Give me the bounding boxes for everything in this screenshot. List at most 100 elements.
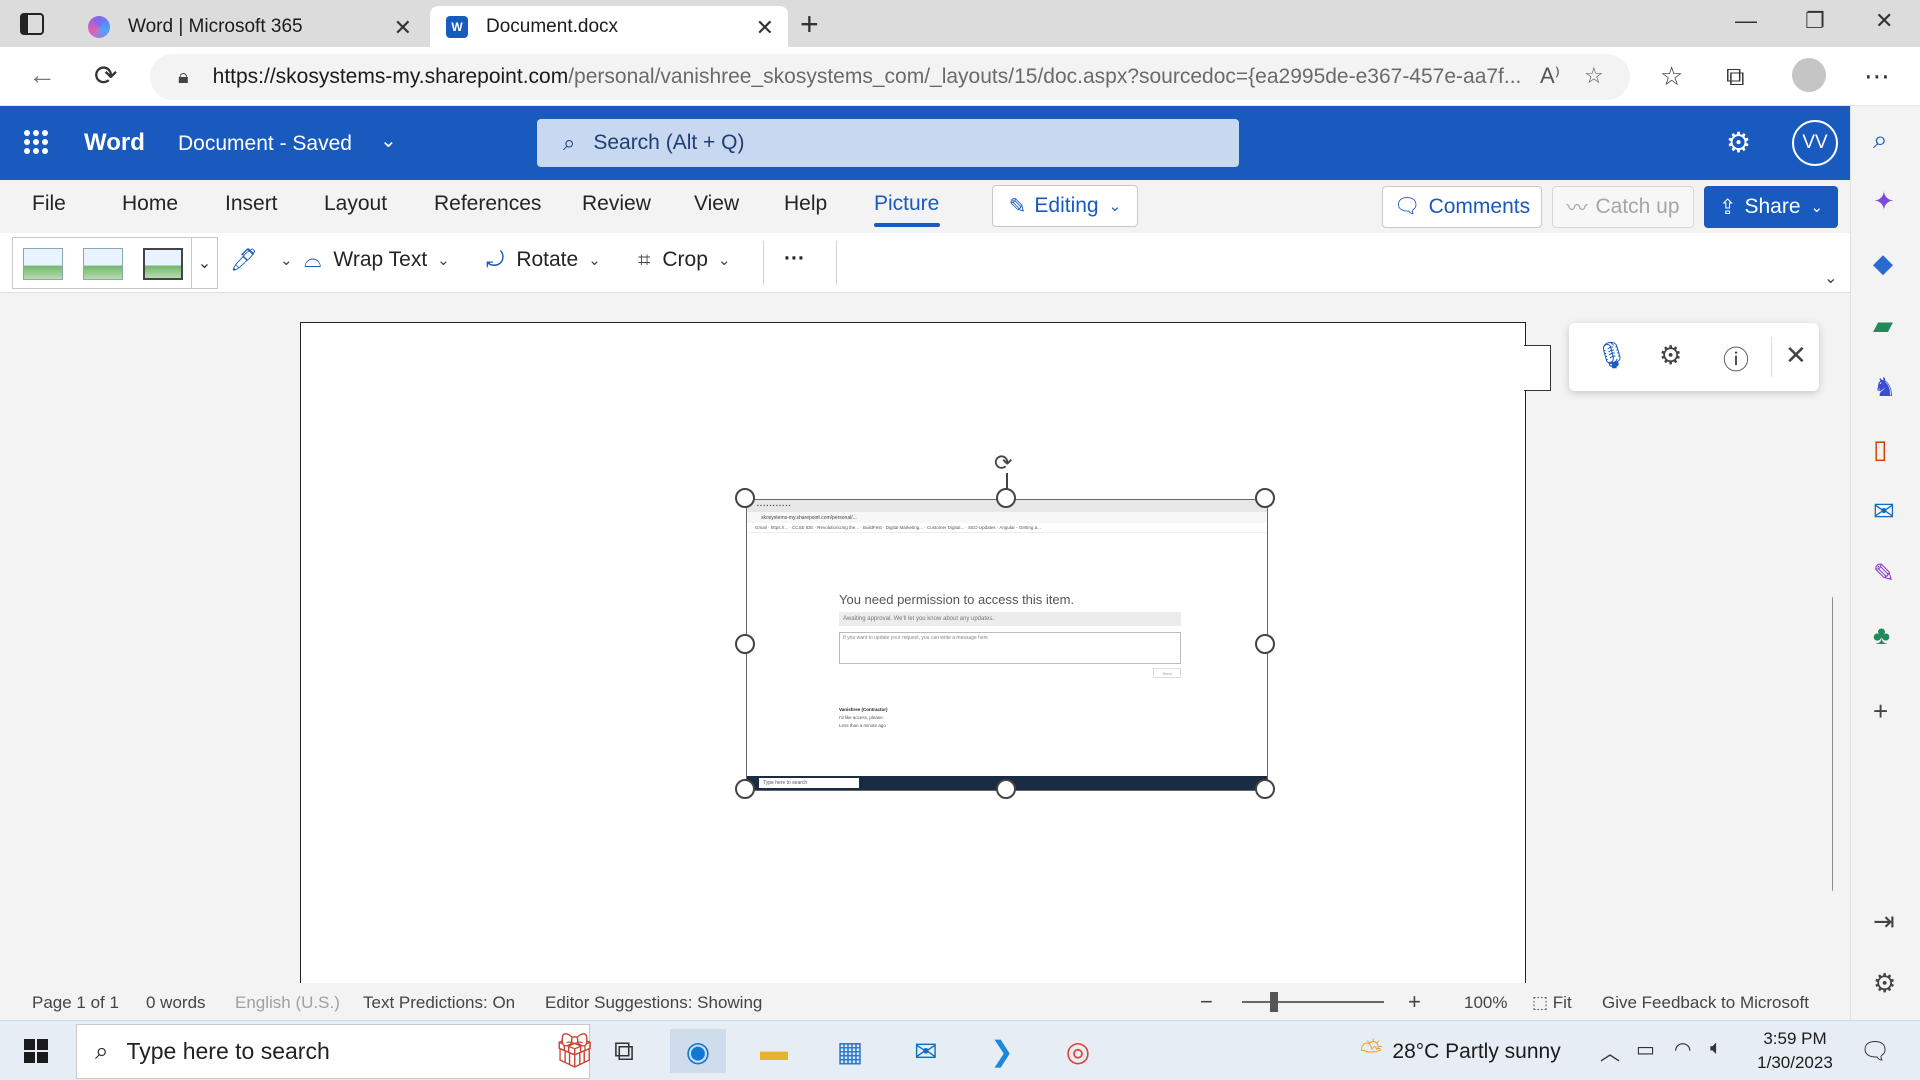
picture-style-thumbnail[interactable] <box>83 248 123 280</box>
resize-handle-bottom-left[interactable] <box>735 779 755 799</box>
page-count[interactable]: Page 1 of 1 <box>32 993 119 1013</box>
close-tab-icon[interactable]: ✕ <box>756 15 774 41</box>
more-options-icon[interactable]: ⋯ <box>1864 61 1890 92</box>
back-icon[interactable]: ← <box>28 59 56 91</box>
rotate-handle-icon[interactable]: ⟳ <box>994 450 1012 476</box>
tree-icon[interactable]: ♣ <box>1873 620 1890 651</box>
tab-home[interactable]: Home <box>122 192 178 216</box>
shopping-tag-icon[interactable]: ◆ <box>1873 248 1893 279</box>
language-status[interactable]: English (U.S.) <box>235 993 340 1013</box>
vscode-icon[interactable]: ❯ <box>974 1029 1030 1073</box>
rotate-button[interactable]: ⤾ Rotate ⌄ <box>486 247 601 273</box>
editing-mode-button[interactable]: ✎ Editing ⌄ <box>992 185 1138 227</box>
designer-icon[interactable]: ✎ <box>1873 558 1895 589</box>
search-input[interactable]: ⌕ Search (Alt + Q) <box>537 119 1239 167</box>
vertical-scrollbar[interactable] <box>1832 595 1833 893</box>
picture-border-button[interactable]: 🖊︎ ⌄ <box>230 247 293 273</box>
resize-handle-top[interactable] <box>996 488 1016 508</box>
text-predictions-status[interactable]: Text Predictions: On <box>363 993 515 1013</box>
word-count[interactable]: 0 words <box>146 993 206 1013</box>
favorites-icon[interactable]: ☆ <box>1660 61 1683 92</box>
tab-document[interactable]: W Document.docx ✕ <box>430 6 788 47</box>
tab-review[interactable]: Review <box>582 192 651 216</box>
task-view-icon[interactable]: ⧉ <box>596 1029 652 1073</box>
search-icon[interactable]: ⌕ <box>1873 124 1888 156</box>
refresh-icon[interactable]: ⟳ <box>94 59 117 92</box>
avatar[interactable]: VV <box>1792 120 1838 166</box>
document-title[interactable]: Document - Saved <box>178 132 352 156</box>
zoom-slider[interactable] <box>1242 1001 1384 1003</box>
collections-icon[interactable]: ⧉ <box>1726 61 1745 93</box>
editor-suggestions-status[interactable]: Editor Suggestions: Showing <box>545 993 762 1013</box>
system-clock[interactable]: 3:59 PM 1/30/2023 <box>1750 1027 1840 1075</box>
resize-handle-right[interactable] <box>1255 634 1275 654</box>
add-icon[interactable]: + <box>1873 696 1888 727</box>
feedback-link[interactable]: Give Feedback to Microsoft <box>1602 993 1809 1013</box>
show-hidden-icons-icon[interactable]: ︿ <box>1600 1037 1620 1066</box>
wrap-text-button[interactable]: ⌓ Wrap Text ⌄ <box>304 247 450 273</box>
fit-button[interactable]: ⬚ Fit <box>1532 993 1572 1013</box>
settings-icon[interactable]: ⚙ <box>1659 340 1682 371</box>
chevron-down-icon[interactable]: ⌄ <box>380 128 397 153</box>
close-window-icon[interactable]: ✕ <box>1875 8 1893 34</box>
microsoft-store-icon[interactable]: ▦ <box>822 1029 878 1073</box>
mail-icon[interactable]: ✉ <box>898 1029 954 1073</box>
app-launcher-icon[interactable] <box>24 130 48 154</box>
chevron-down-icon[interactable]: ⌄ <box>1824 268 1837 288</box>
tools-icon[interactable]: ▰ <box>1873 310 1893 341</box>
settings-icon[interactable]: ⚙ <box>1726 126 1751 159</box>
tab-layout[interactable]: Layout <box>324 192 387 216</box>
zoom-slider-thumb[interactable] <box>1270 992 1278 1012</box>
close-tab-icon[interactable]: ✕ <box>394 15 412 41</box>
weather-widget[interactable]: ⛅︎ 28°C Partly sunny <box>1360 1035 1561 1068</box>
minimize-icon[interactable]: — <box>1735 8 1757 34</box>
picture-style-thumbnail[interactable] <box>143 248 183 280</box>
tab-insert[interactable]: Insert <box>225 192 278 216</box>
more-commands-button[interactable]: ··· <box>784 247 805 271</box>
hide-sidebar-icon[interactable]: ⇥ <box>1873 906 1895 937</box>
address-bar[interactable]: 🔒︎ https://skosystems-my.sharepoint.com /… <box>150 54 1630 100</box>
picture-style-thumbnail[interactable] <box>23 248 63 280</box>
outlook-icon[interactable]: ✉ <box>1873 496 1895 527</box>
tab-references[interactable]: References <box>434 192 541 216</box>
inserted-picture[interactable]: ▪ ▪ ▪ ▪ ▪ ▪ ▪ ▪ ▪ ▪ ▪ skosystems-my.shar… <box>746 499 1268 791</box>
notification-icon[interactable]: 🗨︎ <box>1860 1037 1890 1066</box>
copilot-icon[interactable]: ✦ <box>1873 186 1895 217</box>
tab-word-365[interactable]: Word | Microsoft 365 ✕ <box>72 6 426 47</box>
zoom-level[interactable]: 100% <box>1464 993 1507 1013</box>
app-name[interactable]: Word <box>84 129 145 157</box>
chevron-down-icon[interactable]: ⌄ <box>191 238 217 288</box>
resize-handle-top-left[interactable] <box>735 488 755 508</box>
document-page[interactable]: ▪ ▪ ▪ ▪ ▪ ▪ ▪ ▪ ▪ ▪ ▪ skosystems-my.shar… <box>300 322 1526 983</box>
edge-icon[interactable]: ◉ <box>670 1029 726 1073</box>
share-button[interactable]: ⇪ Share ⌄ <box>1704 186 1838 228</box>
settings-icon[interactable]: ⚙ <box>1873 968 1896 999</box>
zoom-in-icon[interactable]: + <box>1408 989 1421 1015</box>
crop-button[interactable]: ⌗ Crop ⌄ <box>638 247 731 273</box>
picture-styles-gallery[interactable]: ⌄ <box>12 237 218 289</box>
taskbar-search-input[interactable]: ⌕ Type here to search 🎁︎ <box>76 1024 596 1079</box>
close-icon[interactable]: ✕ <box>1785 340 1807 371</box>
catch-up-button[interactable]: 〰 Catch up <box>1552 186 1694 228</box>
help-icon[interactable]: ⓘ <box>1723 340 1749 377</box>
microphone-icon[interactable]: 🎙︎ <box>1595 340 1628 371</box>
tab-help[interactable]: Help <box>784 192 827 216</box>
file-explorer-icon[interactable]: ▬ <box>746 1029 802 1073</box>
new-tab-icon[interactable]: + <box>800 6 819 43</box>
zoom-out-icon[interactable]: − <box>1200 989 1213 1015</box>
office-icon[interactable]: ▯ <box>1873 434 1887 465</box>
restore-icon[interactable]: ❐ <box>1805 8 1825 34</box>
resize-handle-left[interactable] <box>735 634 755 654</box>
tab-actions-icon[interactable] <box>18 12 46 36</box>
resize-handle-bottom-right[interactable] <box>1255 779 1275 799</box>
comments-button[interactable]: 🗨︎ Comments <box>1382 186 1542 228</box>
add-favorite-icon[interactable]: ☆ <box>1584 63 1604 89</box>
windows-start-icon[interactable] <box>24 1039 48 1063</box>
tab-picture[interactable]: Picture <box>874 192 939 216</box>
document-canvas[interactable]: ▪ ▪ ▪ ▪ ▪ ▪ ▪ ▪ ▪ ▪ ▪ skosystems-my.shar… <box>0 293 1833 983</box>
battery-icon[interactable]: ▭ <box>1636 1037 1655 1062</box>
resize-handle-bottom[interactable] <box>996 779 1016 799</box>
tab-file[interactable]: File <box>32 192 66 216</box>
chrome-icon[interactable]: ◎ <box>1050 1029 1106 1073</box>
volume-icon[interactable]: 🔈︎ <box>1710 1037 1722 1060</box>
